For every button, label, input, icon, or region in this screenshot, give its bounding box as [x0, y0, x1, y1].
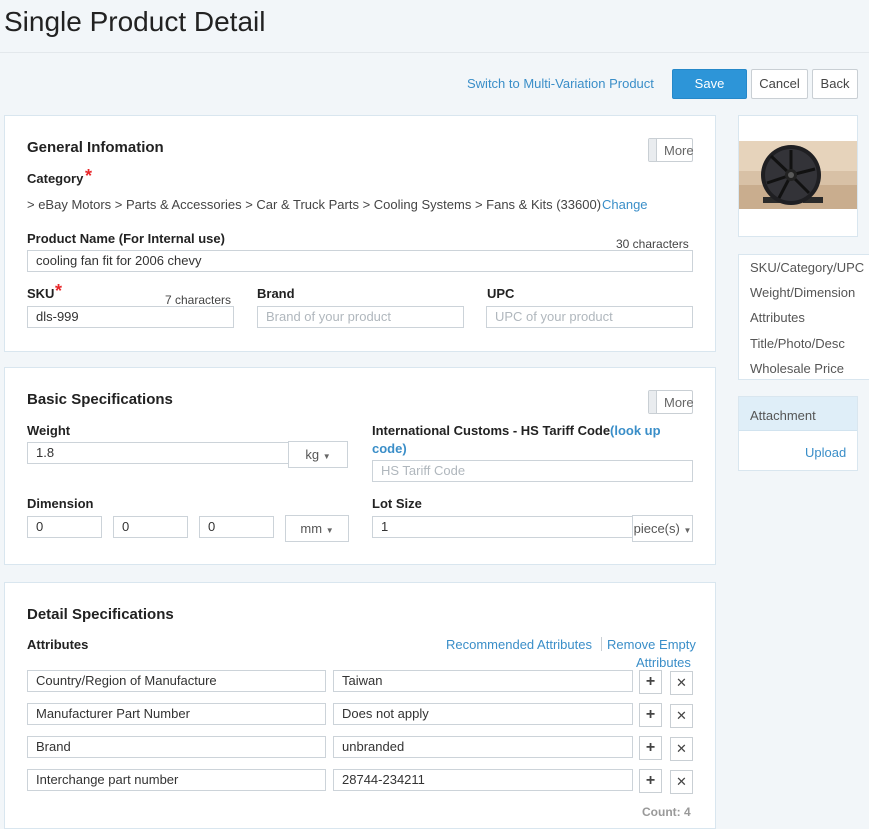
- close-icon[interactable]: ✕: [670, 671, 693, 695]
- required-star-icon: *: [55, 281, 63, 301]
- title-divider: [0, 52, 869, 53]
- weight-unit-select[interactable]: kg ▼: [288, 441, 348, 468]
- remove-empty-link[interactable]: Remove Empty: [607, 637, 696, 652]
- attribute-count: Count: 4: [642, 805, 691, 819]
- detail-specs-panel: Detail Specifications Attributes Recomme…: [4, 582, 716, 829]
- save-button[interactable]: Save: [672, 69, 747, 99]
- lookup-code-link[interactable]: (look up: [610, 423, 661, 438]
- weight-label: Weight: [27, 423, 71, 438]
- product-name-label: Product Name (For Internal use): [27, 231, 225, 246]
- attribute-name-input[interactable]: Brand: [27, 736, 326, 758]
- sku-label: SKU: [27, 286, 55, 301]
- section-nav: SKU/Category/UPC Weight/Dimension Attrib…: [738, 254, 869, 380]
- weight-unit-value: kg: [305, 447, 320, 462]
- dimension-unit-select[interactable]: mm ▼: [285, 515, 349, 542]
- close-icon[interactable]: ✕: [670, 704, 693, 728]
- general-more-toggle[interactable]: More: [648, 138, 694, 162]
- more-label: More: [664, 143, 694, 158]
- more-label: More: [664, 395, 694, 410]
- close-icon[interactable]: ✕: [670, 770, 693, 794]
- change-category-link[interactable]: Change: [602, 197, 648, 212]
- dimension-unit-value: mm: [300, 521, 323, 536]
- hs-tariff-label: International Customs - HS Tariff Code: [372, 423, 611, 438]
- cancel-button[interactable]: Cancel: [751, 69, 808, 99]
- brand-label: Brand: [257, 286, 295, 301]
- upc-label: UPC: [487, 286, 515, 301]
- plus-icon[interactable]: +: [639, 736, 662, 760]
- toggle-knob: [649, 391, 657, 413]
- nav-item-title[interactable]: Title/Photo/Desc: [750, 336, 845, 351]
- nav-item-weight[interactable]: Weight/Dimension: [750, 285, 855, 300]
- product-image-card[interactable]: [738, 115, 858, 237]
- lot-unit-value: piece(s): [633, 521, 680, 536]
- upload-link[interactable]: Upload: [805, 445, 846, 460]
- upc-input[interactable]: [486, 306, 693, 328]
- dimension-width-input[interactable]: 0: [113, 516, 188, 538]
- lot-size-input[interactable]: 1: [372, 516, 633, 538]
- recommended-attributes-link[interactable]: Recommended Attributes: [446, 637, 592, 652]
- lookup-code-link-cont[interactable]: code): [372, 441, 407, 456]
- plus-icon[interactable]: +: [639, 703, 662, 727]
- product-photo: [739, 141, 857, 209]
- plus-icon[interactable]: +: [639, 769, 662, 793]
- product-name-count: 30 characters: [616, 237, 689, 251]
- general-info-title: General Infomation: [27, 139, 164, 156]
- product-name-input[interactable]: cooling fan fit for 2006 chevy: [27, 250, 693, 272]
- basic-specs-title: Basic Specifications: [27, 391, 173, 408]
- link-divider: [601, 637, 602, 651]
- dimension-height-input[interactable]: 0: [199, 516, 274, 538]
- lot-size-label: Lot Size: [372, 496, 422, 511]
- dimension-length-input[interactable]: 0: [27, 516, 102, 538]
- attribute-value-input[interactable]: Taiwan: [333, 670, 633, 692]
- attributes-label: Attributes: [27, 637, 89, 652]
- caret-down-icon: ▼: [683, 526, 692, 535]
- attribute-value-input[interactable]: Does not apply: [333, 703, 633, 725]
- back-button[interactable]: Back: [812, 69, 858, 99]
- weight-input[interactable]: 1.8: [27, 442, 289, 464]
- lot-unit-select[interactable]: piece(s) ▼: [632, 515, 693, 542]
- category-path: > eBay Motors > Parts & Accessories > Ca…: [27, 197, 602, 212]
- page-title: Single Product Detail: [4, 6, 266, 37]
- attachment-card: Attachment Upload: [738, 396, 858, 471]
- attribute-value-input[interactable]: unbranded: [333, 736, 633, 758]
- general-info-panel: General Infomation More Category * > eBa…: [4, 115, 716, 352]
- attachment-title: Attachment: [750, 408, 816, 423]
- sku-input[interactable]: dls-999: [27, 306, 234, 328]
- detail-specs-title: Detail Specifications: [27, 606, 174, 623]
- hs-tariff-input[interactable]: [372, 460, 693, 482]
- plus-icon[interactable]: +: [639, 670, 662, 694]
- toggle-knob: [649, 139, 657, 161]
- attribute-name-input[interactable]: Country/Region of Manufacture: [27, 670, 326, 692]
- close-icon[interactable]: ✕: [670, 737, 693, 761]
- nav-item-wholesale[interactable]: Wholesale Price: [750, 361, 844, 376]
- nav-item-attributes[interactable]: Attributes: [750, 310, 805, 325]
- dimension-label: Dimension: [27, 496, 94, 511]
- caret-down-icon: ▼: [322, 452, 331, 461]
- remove-empty-link-cont[interactable]: Attributes: [636, 655, 691, 670]
- basic-more-toggle[interactable]: More: [648, 390, 694, 414]
- attribute-name-input[interactable]: Manufacturer Part Number: [27, 703, 326, 725]
- category-label: Category: [27, 171, 84, 186]
- brand-input[interactable]: [257, 306, 464, 328]
- basic-specs-panel: Basic Specifications More Weight 1.8 kg …: [4, 367, 716, 565]
- caret-down-icon: ▼: [325, 526, 334, 535]
- nav-item-sku[interactable]: SKU/Category/UPC: [750, 260, 864, 275]
- switch-multi-variation-link[interactable]: Switch to Multi-Variation Product: [467, 76, 654, 91]
- attribute-value-input[interactable]: 28744-234211: [333, 769, 633, 791]
- sku-count: 7 characters: [165, 293, 232, 307]
- required-star-icon: *: [85, 166, 93, 186]
- attribute-name-input[interactable]: Interchange part number: [27, 769, 326, 791]
